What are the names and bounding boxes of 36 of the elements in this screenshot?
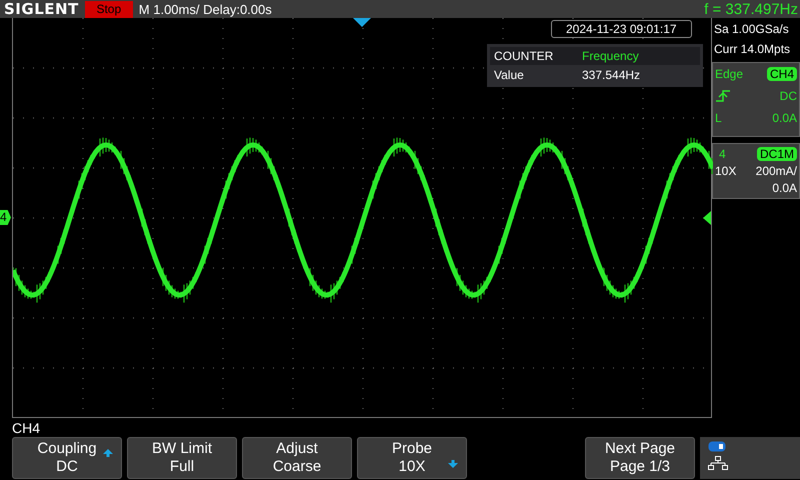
- trigger-panel[interactable]: Edge CH4 DC L 0.0A: [712, 62, 800, 137]
- acquisition-readout: Sa 1.00GSa/s: [714, 22, 790, 36]
- vertical-scale: 200mA/: [756, 164, 797, 178]
- timebase-readout: M 1.00ms/ Delay:0.00s: [138, 2, 272, 16]
- softkey[interactable]: Coupling DC: [12, 437, 122, 479]
- menu-title: CH4: [11, 419, 42, 436]
- usb-device-icon: [708, 441, 726, 452]
- acquisition-readout: Curr 14.0Mpts: [714, 42, 792, 56]
- date-time: 2024-11-23 09:01:17: [551, 20, 692, 38]
- channel-offset: 0.0A: [772, 181, 797, 195]
- trigger-source: CH4: [766, 67, 797, 81]
- trigger-type: Edge: [715, 67, 744, 81]
- trigger-level: 0.0A: [772, 111, 797, 125]
- softkey[interactable]: Probe 10X: [357, 437, 467, 479]
- channel-coupling: DC1M: [756, 147, 797, 161]
- frequency-readout: f = 337.497Hz: [704, 0, 799, 18]
- softkey[interactable]: BW Limit Full: [127, 437, 237, 479]
- counter-value: 337.544Hz: [581, 67, 642, 84]
- probe-ratio: 10X: [715, 164, 736, 178]
- counter-mode: Frequency: [578, 47, 700, 65]
- rising-edge-icon: [715, 89, 731, 103]
- network-icon: [708, 456, 728, 470]
- channel-number: 4: [718, 147, 727, 161]
- trigger-coupling: DC: [780, 89, 797, 103]
- channel-panel[interactable]: 4 DC1M 10X 200mA/ 0.0A: [712, 143, 800, 199]
- up-arrow-icon: [103, 449, 113, 457]
- softkey[interactable]: Adjust Coarse: [242, 437, 352, 479]
- channel-marker: 4: [0, 210, 11, 225]
- counter-title: COUNTER: [490, 47, 578, 65]
- softkey[interactable]: Next Page Page 1/3: [585, 437, 695, 479]
- run-state[interactable]: Stop: [84, 0, 133, 18]
- brand-logo: SIGLENT: [3, 0, 80, 18]
- down-arrow-icon: [448, 460, 458, 468]
- trigger-level-icon: [703, 211, 711, 225]
- trigger-level-label: L: [715, 111, 722, 125]
- counter-label: Value: [493, 67, 525, 84]
